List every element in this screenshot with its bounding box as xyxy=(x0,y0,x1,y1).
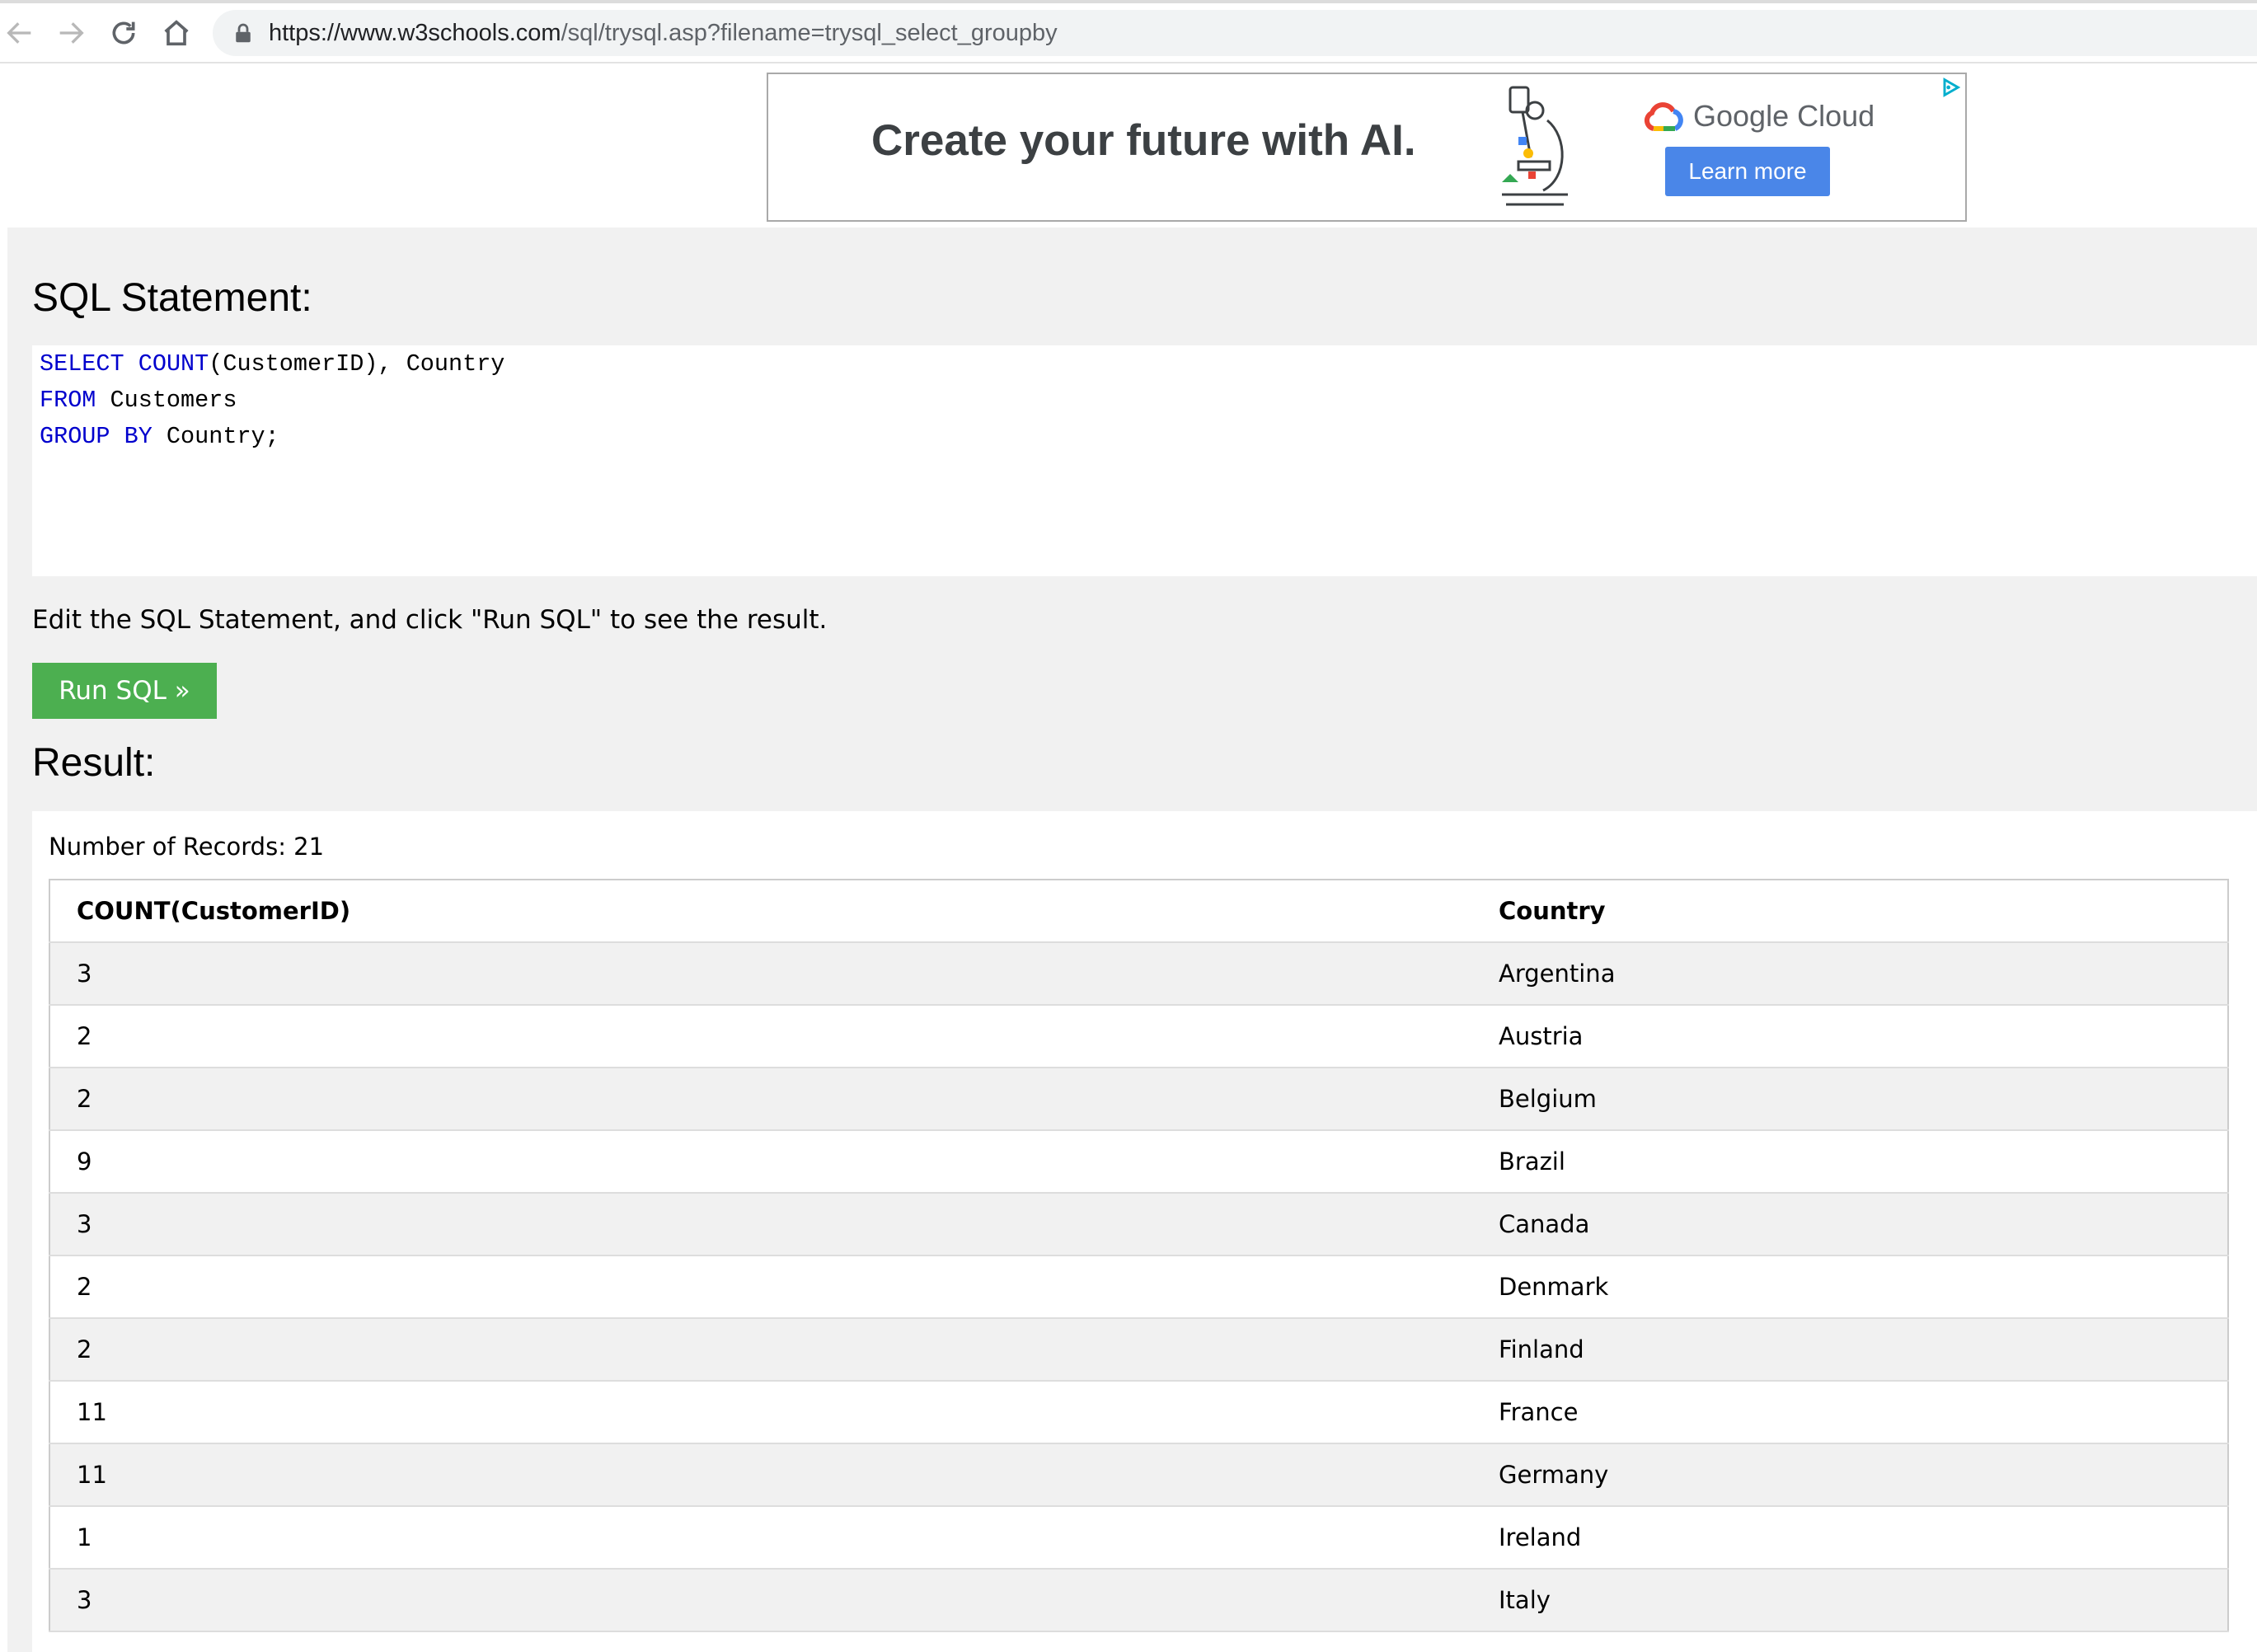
table-row: 11 Germany xyxy=(49,1443,2228,1507)
reload-icon[interactable] xyxy=(107,16,140,49)
count-cell: 2 xyxy=(49,1318,1472,1382)
count-cell: 1 xyxy=(49,1506,1472,1570)
sql-editor[interactable]: SELECT COUNT(CustomerID), Country FROM Cu… xyxy=(32,345,2257,576)
table-row: 2 Austria xyxy=(49,1005,2228,1068)
table-row: 2 Belgium xyxy=(49,1068,2228,1131)
back-icon[interactable] xyxy=(3,16,36,49)
country-cell: Italy xyxy=(1472,1569,2228,1632)
count-cell: 3 xyxy=(49,1569,1472,1632)
count-cell: 11 xyxy=(49,1381,1472,1444)
cloud-logo-icon xyxy=(1644,102,1683,131)
ad-brand-name: Google Cloud xyxy=(1693,99,1875,133)
table-row: 2 Denmark xyxy=(49,1255,2228,1319)
sql-code-line: FROM Customers xyxy=(40,387,237,414)
sql-text: Country; xyxy=(152,423,279,450)
count-cell: 11 xyxy=(49,1443,1472,1507)
sql-text: Customers xyxy=(96,387,237,414)
country-cell: Germany xyxy=(1472,1443,2228,1507)
run-sql-button[interactable]: Run SQL » xyxy=(32,663,217,719)
instruction-text: Edit the SQL Statement, and click "Run S… xyxy=(32,605,828,635)
lock-icon xyxy=(231,21,256,45)
tryit-panel: SQL Statement: SELECT COUNT(CustomerID),… xyxy=(7,228,2257,1652)
table-row: 3 Argentina xyxy=(49,942,2228,1006)
sql-statement-heading: SQL Statement: xyxy=(32,276,312,320)
forward-icon[interactable] xyxy=(54,16,87,49)
column-header-count: COUNT(CustomerID) xyxy=(49,880,1472,943)
url-path: /sql/trysql.asp?filename=trysql_select_g… xyxy=(561,20,1058,46)
url-host: https://www.w3schools.com xyxy=(269,20,561,46)
result-table: COUNT(CustomerID) Country 3 Argentina 2 Aus… xyxy=(49,879,2229,1632)
result-container: Number of Records: 21 COUNT(CustomerID) … xyxy=(32,811,2257,1652)
microscope-illustration-icon xyxy=(1485,79,1584,215)
count-cell: 2 xyxy=(49,1068,1472,1131)
sql-code-line: GROUP BY Country; xyxy=(40,423,279,450)
column-header-country: Country xyxy=(1472,880,2228,943)
sql-text: (CustomerID), Country xyxy=(209,350,505,378)
tab-strip-edge xyxy=(0,0,2257,3)
home-icon[interactable] xyxy=(160,16,193,49)
advertisement-banner[interactable]: Create your future with AI. Google Cloud xyxy=(767,73,1967,222)
country-cell: Denmark xyxy=(1472,1255,2228,1319)
country-cell: Ireland xyxy=(1472,1506,2228,1570)
country-cell: Belgium xyxy=(1472,1068,2228,1131)
table-row: 1 Ireland xyxy=(49,1506,2228,1570)
table-row: 3 Italy xyxy=(49,1569,2228,1632)
count-cell: 2 xyxy=(49,1005,1472,1068)
table-row: 9 Brazil xyxy=(49,1130,2228,1194)
adchoices-icon[interactable] xyxy=(1939,76,1962,99)
count-cell: 3 xyxy=(49,942,1472,1006)
sql-keyword: GROUP BY xyxy=(40,423,152,450)
table-row: 11 France xyxy=(49,1381,2228,1444)
count-cell: 2 xyxy=(49,1255,1472,1319)
count-cell: 3 xyxy=(49,1193,1472,1256)
record-count: Number of Records: 21 xyxy=(49,833,325,861)
country-cell: France xyxy=(1472,1381,2228,1444)
country-cell: Argentina xyxy=(1472,942,2228,1006)
result-heading: Result: xyxy=(32,741,156,785)
table-header-row: COUNT(CustomerID) Country xyxy=(49,880,2228,943)
sql-keyword: COUNT xyxy=(138,350,209,378)
country-cell: Austria xyxy=(1472,1005,2228,1068)
sql-keyword: SELECT xyxy=(40,350,124,378)
sql-keyword: FROM xyxy=(40,387,96,414)
country-cell: Canada xyxy=(1472,1193,2228,1256)
table-row: 3 Canada xyxy=(49,1193,2228,1256)
country-cell: Finland xyxy=(1472,1318,2228,1382)
url-text: https://www.w3schools.com/sql/trysql.asp… xyxy=(269,20,1058,47)
country-cell: Brazil xyxy=(1472,1130,2228,1194)
browser-toolbar: https://www.w3schools.com/sql/trysql.asp… xyxy=(0,0,2257,63)
count-cell: 9 xyxy=(49,1130,1472,1194)
table-row: 2 Finland xyxy=(49,1318,2228,1382)
sql-code-line: SELECT COUNT(CustomerID), Country xyxy=(40,350,504,378)
address-bar[interactable]: https://www.w3schools.com/sql/trysql.asp… xyxy=(213,10,2257,56)
learn-more-button[interactable]: Learn more xyxy=(1665,147,1830,196)
ad-headline: Create your future with AI. xyxy=(871,116,1416,165)
